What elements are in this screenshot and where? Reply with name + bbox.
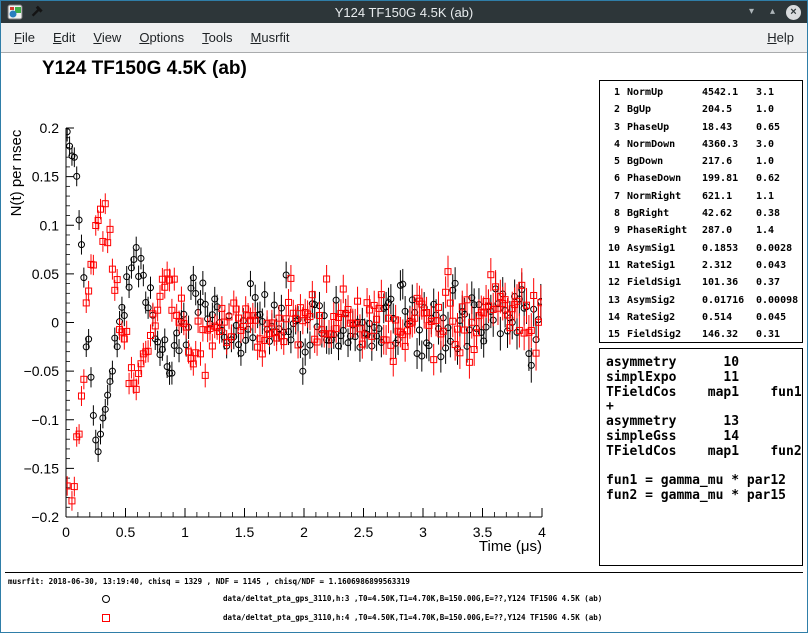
param-row: 15FieldSig2146.320.31 [604, 326, 802, 343]
legend-row: data/deltat_pta_gps_3110,h:3 ,T0=4.50K,T… [1, 590, 807, 609]
circle-marker-icon [102, 595, 110, 603]
window-title: Y124 TF150G 4.5K (ab) [1, 5, 807, 20]
legend: data/deltat_pta_gps_3110,h:3 ,T0=4.50K,T… [1, 590, 807, 628]
param-row: 5BgDown217.61.0 [604, 153, 802, 170]
y-tick-label: −0.15 [24, 460, 60, 476]
menu-tools[interactable]: Tools [193, 25, 241, 50]
param-row: 13AsymSig20.017160.00098 [604, 292, 802, 309]
titlebar: Y124 TF150G 4.5K (ab) ▾ ▴ × [1, 1, 807, 23]
x-tick-label: 0.5 [116, 524, 136, 540]
param-row: 3PhaseUp18.430.65 [604, 119, 802, 136]
menu-help[interactable]: Help [758, 25, 803, 50]
y-tick-label: 0.15 [32, 169, 59, 185]
param-row: 7NormRight621.11.1 [604, 188, 802, 205]
menu-musrfit[interactable]: Musrfit [242, 25, 299, 50]
y-tick-label: 0.2 [40, 120, 60, 136]
x-tick-label: 3 [419, 524, 427, 540]
param-row: 9PhaseRight287.01.4 [604, 222, 802, 239]
y-tick-label: 0 [51, 315, 59, 331]
menu-view[interactable]: View [84, 25, 130, 50]
x-tick-label: 1.5 [235, 524, 255, 540]
series-circle [64, 122, 544, 462]
menu-file[interactable]: File [5, 25, 44, 50]
canvas-area: Y124 TF150G 4.5K (ab) 0.20.150.10.050−0.… [1, 53, 807, 632]
footer-separator [5, 572, 803, 573]
minimize-button[interactable]: ▾ [744, 5, 759, 20]
legend-label: data/deltat_pta_gps_3110,h:4 ,T0=4.50K,T… [223, 613, 602, 622]
param-row: 6PhaseDown199.810.62 [604, 170, 802, 187]
x-tick-label: 1 [181, 524, 189, 540]
legend-label: data/deltat_pta_gps_3110,h:3 ,T0=4.50K,T… [223, 594, 602, 603]
param-row: 8BgRight42.620.38 [604, 205, 802, 222]
maximize-button[interactable]: ▴ [765, 5, 780, 20]
app-window: Y124 TF150G 4.5K (ab) ▾ ▴ × FileEditViewOp… [0, 0, 808, 633]
menubar-items: FileEditViewOptionsToolsMusrfit [5, 25, 299, 50]
param-row: 14RateSig20.5140.045 [604, 309, 802, 326]
app-icon[interactable] [7, 4, 23, 20]
param-row: 1NormUp4542.13.1 [604, 84, 802, 101]
square-marker-icon [102, 614, 110, 622]
y-tick-label: 0.05 [32, 266, 59, 282]
x-tick-label: 2.5 [354, 524, 374, 540]
param-row: 2BgUp204.51.0 [604, 101, 802, 118]
param-row: 12FieldSig1101.360.37 [604, 274, 802, 291]
fit-info-text: musrfit: 2018-06-30, 13:19:40, chisq = 1… [8, 577, 410, 586]
y-tick-label: −0.05 [24, 363, 60, 379]
plot-canvas[interactable]: 0.20.150.10.050−0.05−0.1−0.15−0.200.511.… [1, 53, 581, 573]
y-tick-label: −0.2 [31, 509, 59, 525]
theory-text: asymmetry 10 simplExpo 11 TFieldCos map1… [600, 349, 802, 504]
menubar: FileEditViewOptionsToolsMusrfit Help [1, 23, 807, 53]
y-axis-title: N(t) per nsec [8, 129, 25, 216]
parameter-box: 1NormUp4542.13.12BgUp204.51.03PhaseUp18.… [599, 80, 803, 343]
wrench-icon [28, 4, 44, 20]
theory-box: asymmetry 10 simplExpo 11 TFieldCos map1… [599, 348, 803, 566]
param-box-rows: 1NormUp4542.13.12BgUp204.51.03PhaseUp18.… [604, 84, 802, 343]
y-tick-label: 0.1 [40, 217, 60, 233]
legend-row: data/deltat_pta_gps_3110,h:4 ,T0=4.50K,T… [1, 609, 807, 628]
window-controls: ▾ ▴ × [744, 5, 801, 20]
x-axis-title: Time (μs) [479, 538, 542, 555]
x-tick-label: 2 [300, 524, 308, 540]
menu-edit[interactable]: Edit [44, 25, 84, 50]
param-row: 11RateSig12.3120.043 [604, 257, 802, 274]
menu-options[interactable]: Options [130, 25, 193, 50]
x-tick-label: 0 [62, 524, 70, 540]
y-tick-label: −0.1 [31, 412, 59, 428]
param-row: 4NormDown4360.33.0 [604, 136, 802, 153]
menubar-help: Help [758, 25, 803, 50]
close-button[interactable]: × [786, 5, 801, 20]
param-row: 10AsymSig10.18530.0028 [604, 240, 802, 257]
